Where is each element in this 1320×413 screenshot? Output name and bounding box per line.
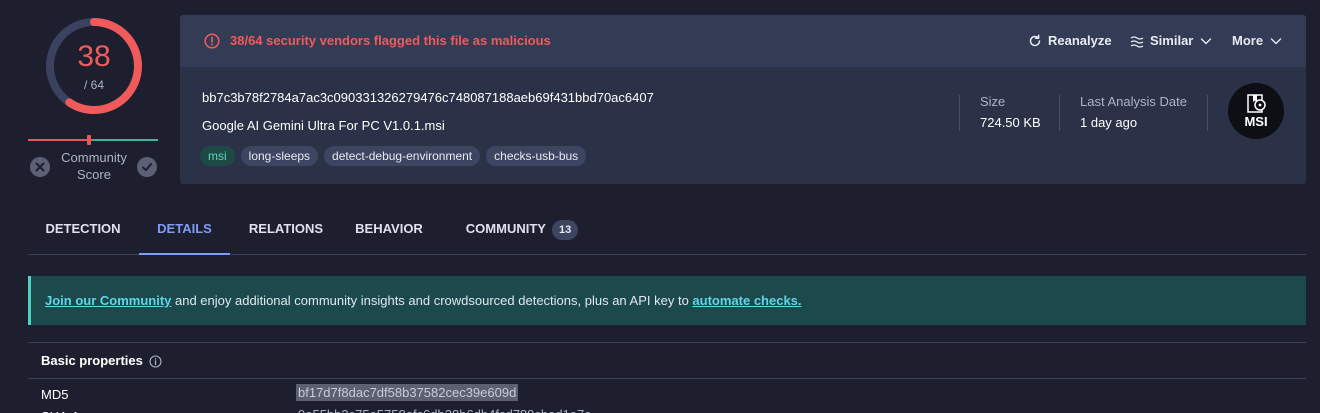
basic-properties-title: Basic properties (41, 353, 143, 368)
tag-msi[interactable]: msi (200, 146, 235, 166)
file-type-label: MSI (1244, 114, 1268, 129)
engine-total: / 64 (83, 78, 104, 92)
file-name: Google AI Gemini Ultra For PC V1.0.1.msi (202, 118, 445, 133)
community-score-label: Community Score (61, 150, 127, 182)
chevron-down-icon (1201, 37, 1212, 44)
detection-alert-bar: 38/64 security vendors flagged this file… (180, 15, 1306, 67)
tag-checks-usb-bus[interactable]: checks-usb-bus (486, 146, 587, 166)
reanalyze-label: Reanalyze (1048, 33, 1112, 48)
automate-checks-link[interactable]: automate checks. (692, 293, 801, 308)
join-community-link[interactable]: Join our Community (45, 293, 171, 308)
divider (1059, 95, 1060, 131)
file-summary-card: 38/64 security vendors flagged this file… (180, 15, 1306, 184)
community-score-bar (28, 139, 158, 141)
property-key: MD5 (41, 387, 69, 402)
last-analysis-value: 1 day ago (1080, 115, 1138, 130)
file-hash[interactable]: bb7c3b78f2784a7ac3c090331326279476c74808… (202, 90, 654, 105)
tab-details-label: DETAILS (157, 221, 212, 236)
reanalyze-button[interactable]: Reanalyze (1028, 33, 1112, 48)
detection-count: 38 (77, 40, 111, 73)
last-analysis-label: Last Analysis Date (1080, 94, 1187, 109)
tab-detection-label: DETECTION (45, 221, 121, 236)
tab-behavior-label: BEHAVIOR (355, 221, 423, 236)
vote-harmless-button[interactable] (137, 157, 157, 177)
size-value: 724.50 KB (980, 115, 1041, 130)
property-row-sha1: SHA-1 9a55bb3c75e5758afc6db28b6db4fcd789… (28, 403, 1306, 413)
tab-community-label: COMMUNITY (465, 221, 546, 236)
tag-long-sleeps[interactable]: long-sleeps (240, 146, 319, 166)
tag-detect-debug-environment[interactable]: detect-debug-environment (324, 146, 481, 166)
vote-malicious-button[interactable] (30, 157, 50, 177)
tab-details[interactable]: DETAILS (139, 205, 230, 255)
refresh-icon (1029, 33, 1041, 46)
tab-relations[interactable]: RELATIONS (231, 205, 341, 255)
report-tabs: DETECTION DETAILS RELATIONS BEHAVIOR COM… (28, 205, 1306, 255)
divider (1207, 95, 1208, 131)
property-value[interactable]: 9a55bb3c75e5758afc6db28b6db4fcd789cbad1a… (296, 406, 593, 413)
check-icon (142, 163, 152, 171)
msi-installer-icon (1247, 94, 1266, 113)
property-key: SHA-1 (41, 409, 79, 413)
similar-label: Similar (1150, 33, 1194, 48)
chevron-down-icon (1270, 37, 1282, 44)
banner-text: and enjoy additional community insights … (171, 293, 693, 308)
community-count-badge: 13 (551, 219, 579, 240)
info-icon[interactable] (149, 355, 162, 368)
similar-icon (1130, 35, 1144, 48)
community-score-marker (87, 135, 91, 145)
detection-alert-text: 38/64 security vendors flagged this file… (230, 33, 551, 48)
property-value[interactable]: bf17d7f8dac7df58b37582cec39e609d (296, 384, 519, 401)
size-label: Size (980, 94, 1006, 109)
tab-detection[interactable]: DETECTION (28, 205, 138, 255)
tab-community[interactable]: COMMUNITY 13 (452, 205, 592, 255)
more-label: More (1232, 33, 1264, 48)
file-type-badge: MSI (1228, 83, 1284, 139)
community-score-widget: 38 / 64 Community Score (28, 12, 158, 187)
more-dropdown[interactable]: More (1232, 33, 1283, 48)
tab-behavior[interactable]: BEHAVIOR (341, 205, 437, 255)
alert-circle-icon (204, 33, 220, 49)
file-tags: msi long-sleeps detect-debug-environment… (200, 146, 587, 166)
close-icon (35, 162, 45, 172)
basic-properties-header: Basic properties (28, 342, 1306, 379)
similar-dropdown[interactable]: Similar (1130, 33, 1213, 48)
divider (959, 95, 960, 131)
tab-relations-label: RELATIONS (248, 221, 324, 236)
community-banner: Join our Community and enjoy additional … (28, 276, 1306, 325)
